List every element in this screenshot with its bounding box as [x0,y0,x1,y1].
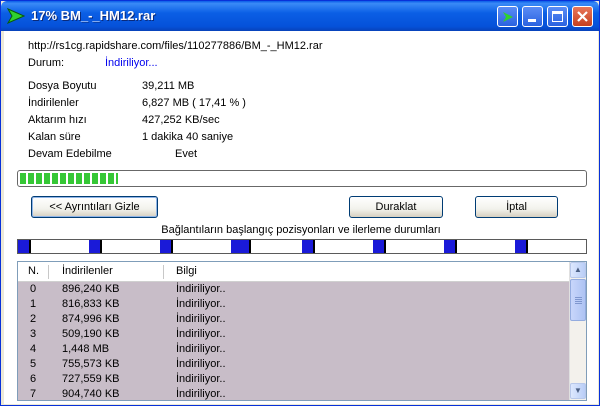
speed-label: Aktarım hızı [28,114,87,126]
row-info: İndiriliyor.. [176,343,226,355]
list-item[interactable]: 3 509,190 KB İndiriliyor.. [18,327,569,342]
connection-progress-segment [160,240,173,253]
scroll-thumb[interactable] [570,279,586,321]
list-item[interactable]: 7 904,740 KB İndiriliyor.. [18,387,569,400]
connection-progress-segment [515,240,528,253]
close-button[interactable] [572,6,593,27]
hide-details-button[interactable]: << Ayrıntıları Gizle [31,196,158,218]
list-header: N. İndirilenler Bilgi [18,262,569,282]
row-downloaded: 816,833 KB [62,298,120,310]
grip-line [575,297,582,298]
connection-progress-segment [231,240,251,253]
list-item[interactable]: 2 874,996 KB İndiriliyor.. [18,312,569,327]
downloaded-label: İndirilenler [28,97,79,109]
app-arrow-icon [7,8,25,24]
row-info: İndiriliyor.. [176,283,226,295]
status-value: İndiriliyor... [105,57,158,69]
progress-fill [20,173,119,184]
list-item[interactable]: 6 727,559 KB İndiriliyor.. [18,372,569,387]
list-body: 0 896,240 KB İndiriliyor.. 1 816,833 KB İndir… [18,282,569,400]
row-number: 0 [30,283,37,295]
list-scrollbar[interactable]: ▲ ▼ [569,262,586,400]
row-number: 1 [30,298,37,310]
window-content: http://rs1cg.rapidshare.com/files/110277… [4,31,598,404]
title-bar[interactable]: 17% BM_-_HM12.rar [1,1,599,31]
list-item[interactable]: 5 755,573 KB İndiriliyor.. [18,357,569,372]
row-number: 6 [30,373,37,385]
header-downloaded[interactable]: İndirilenler [62,265,113,277]
row-number: 4 [30,343,37,355]
grip-line [575,299,582,300]
connections-caption: Bağlantıların başlangıç pozisyonları ve … [161,224,441,236]
header-separator [163,265,164,279]
row-number: 7 [30,388,37,400]
speed-value: 427,252 KB/sec [142,114,220,126]
header-info[interactable]: Bilgi [176,265,197,277]
connection-progress-segment [444,240,457,253]
resume-label: Devam Edebilme [28,148,112,160]
file-size-value: 39,211 MB [142,80,195,92]
grip-line [575,301,582,302]
row-info: İndiriliyor.. [176,328,226,340]
connection-progress-segment [302,240,315,253]
row-info: İndiriliyor.. [176,358,226,370]
connection-progress-segment [18,240,31,253]
list-item[interactable]: 0 896,240 KB İndiriliyor.. [18,282,569,297]
pause-button[interactable]: Duraklat [349,196,443,218]
downloaded-value: 6,827 MB ( 17,41 % ) [142,97,246,109]
window-title: 17% BM_-_HM12.rar [31,8,156,23]
file-url: http://rs1cg.rapidshare.com/files/110277… [28,40,323,52]
row-downloaded: 727,559 KB [62,373,120,385]
row-number: 2 [30,313,37,325]
connections-list[interactable]: N. İndirilenler Bilgi 0 896,240 KB İndiril… [17,261,587,401]
row-info: İndiriliyor.. [176,373,226,385]
minimize-button[interactable] [522,6,543,27]
remaining-label: Kalan süre [28,131,81,143]
scroll-down-button[interactable]: ▼ [570,383,586,399]
row-downloaded: 509,190 KB [62,328,120,340]
header-number[interactable]: N. [28,265,39,277]
maximize-button[interactable] [547,6,568,27]
download-window: 17% BM_-_HM12.rar http://rs1cg.rapidshar… [0,0,600,406]
row-number: 3 [30,328,37,340]
row-downloaded: 1,448 MB [62,343,110,355]
row-downloaded: 874,996 KB [62,313,120,325]
list-item[interactable]: 4 1,448 MB İndiriliyor.. [18,342,569,357]
remaining-value: 1 dakika 40 saniye [142,131,234,143]
row-downloaded: 755,573 KB [62,358,120,370]
row-info: İndiriliyor.. [176,388,226,400]
cancel-button[interactable]: İptal [475,196,558,218]
status-label: Durum: [28,57,65,69]
connection-progress-segment [373,240,386,253]
row-info: İndiriliyor.. [176,298,226,310]
file-size-label: Dosya Boyutu [28,80,97,92]
list-item[interactable]: 1 816,833 KB İndiriliyor.. [18,297,569,312]
connection-progress-segment [89,240,102,253]
download-progress-bar [17,170,587,187]
row-info: İndiriliyor.. [176,313,226,325]
header-separator [48,265,49,279]
row-downloaded: 904,740 KB [62,388,120,400]
resume-value: Evet [175,148,198,160]
row-number: 5 [30,358,37,370]
download-queue-icon[interactable] [497,6,518,27]
scroll-up-button[interactable]: ▲ [570,262,586,278]
row-downloaded: 896,240 KB [62,283,120,295]
grip-line [575,303,582,304]
connections-bar [17,239,587,254]
